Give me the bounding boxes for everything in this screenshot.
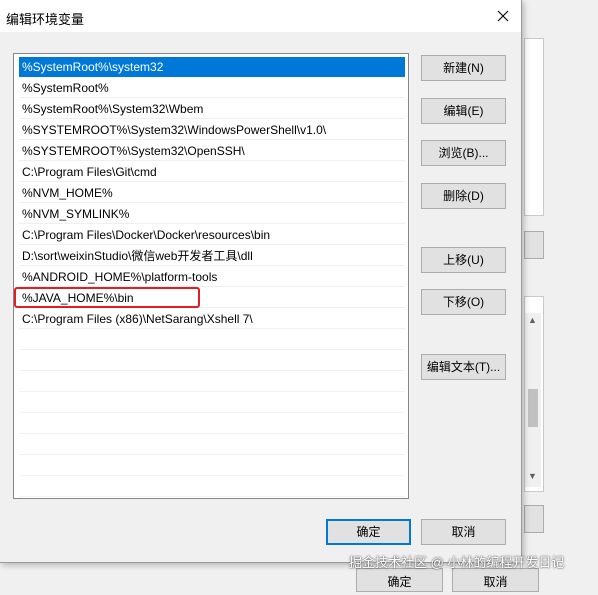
scrollbar-thumb[interactable] (528, 389, 538, 427)
path-entry-row[interactable]: %NVM_HOME% (19, 183, 405, 203)
background-ok-button[interactable]: 确定 (356, 568, 443, 592)
empty-list-row[interactable] (19, 435, 405, 455)
path-entry-row[interactable]: %SystemRoot%\System32\Wbem (19, 99, 405, 119)
scroll-up-icon[interactable]: ▲ (528, 315, 537, 325)
new-button[interactable]: 新建(N) (421, 55, 506, 81)
empty-list-row[interactable] (19, 372, 405, 392)
delete-button[interactable]: 删除(D) (421, 183, 506, 209)
edit-env-var-dialog: 编辑环境变量 %SystemRoot%\system32 %SystemRoot%… (0, 0, 522, 563)
path-entry-row[interactable]: %SystemRoot% (19, 78, 405, 98)
empty-list-row[interactable] (19, 414, 405, 434)
close-icon (497, 10, 509, 22)
empty-list-row[interactable] (19, 393, 405, 413)
empty-list-row[interactable] (19, 456, 405, 476)
path-entry-row[interactable]: C:\Program Files (x86)\NetSarang\Xshell … (19, 309, 405, 329)
background-cancel-button[interactable]: 取消 (452, 568, 539, 592)
empty-list-row[interactable] (19, 330, 405, 350)
path-entries-list[interactable]: %SystemRoot%\system32 %SystemRoot% %System… (13, 53, 409, 499)
scroll-down-icon[interactable]: ▼ (528, 471, 537, 481)
path-entry-row[interactable]: %NVM_SYMLINK% (19, 204, 405, 224)
ok-button[interactable]: 确定 (326, 519, 411, 545)
empty-list-row[interactable] (19, 477, 405, 497)
background-scrollbar[interactable]: ▲ ▼ (525, 313, 541, 487)
watermark: 掘金技术社区 @ 小林的编程开发日记 (349, 555, 565, 570)
path-entry-row[interactable]: C:\Program Files\Docker\Docker\resources… (19, 225, 405, 245)
path-entry-row[interactable]: %SYSTEMROOT%\System32\OpenSSH\ (19, 141, 405, 161)
browse-button[interactable]: 浏览(B)... (421, 140, 506, 166)
path-entry-row[interactable]: %JAVA_HOME%\bin (19, 288, 405, 308)
background-button (524, 231, 544, 259)
path-entry-row[interactable]: D:\sort\weixinStudio\微信web开发者工具\dll (19, 246, 405, 266)
edit-text-button[interactable]: 编辑文本(T)... (421, 354, 506, 380)
move-up-button[interactable]: 上移(U) (421, 247, 506, 273)
background-list-panel (524, 38, 544, 216)
title-bar[interactable]: 编辑环境变量 (0, 0, 521, 32)
edit-button[interactable]: 编辑(E) (421, 98, 506, 124)
dialog-title: 编辑环境变量 (6, 12, 85, 27)
path-entry-row[interactable]: %ANDROID_HOME%\platform-tools (19, 267, 405, 287)
background-button (524, 505, 544, 533)
close-button[interactable] (485, 0, 521, 32)
path-entry-row[interactable]: %SystemRoot%\system32 (19, 57, 405, 77)
empty-list-row[interactable] (19, 351, 405, 371)
move-down-button[interactable]: 下移(O) (421, 289, 506, 315)
path-entry-row[interactable]: C:\Program Files\Git\cmd (19, 162, 405, 182)
cancel-button[interactable]: 取消 (421, 519, 506, 545)
path-entry-row[interactable]: %SYSTEMROOT%\System32\WindowsPowerShell\… (19, 120, 405, 140)
